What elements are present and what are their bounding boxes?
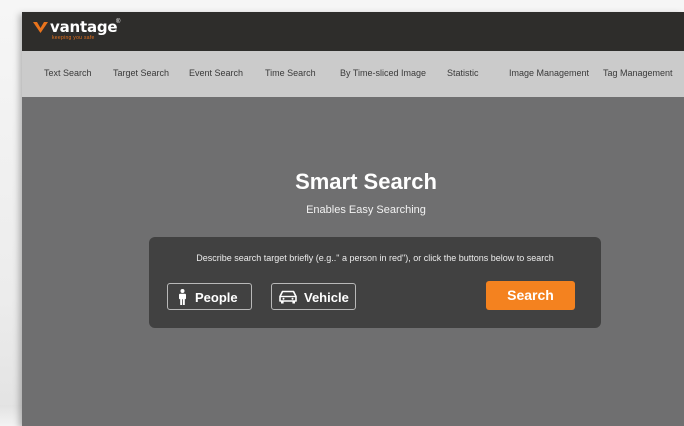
people-button[interactable]: People bbox=[167, 283, 252, 310]
nav-event-search[interactable]: Event Search bbox=[189, 68, 243, 78]
vehicle-button-label: Vehicle bbox=[304, 290, 349, 305]
nav-text-search[interactable]: Text Search bbox=[44, 68, 92, 78]
search-button[interactable]: Search bbox=[486, 281, 575, 310]
person-icon bbox=[179, 289, 186, 305]
nav-tag-management[interactable]: Tag Management bbox=[603, 68, 673, 78]
brand-name: vantage bbox=[50, 18, 118, 36]
brand-registered-mark: ® bbox=[116, 19, 121, 25]
main-nav: Text Search Target Search Event Search T… bbox=[22, 51, 684, 97]
car-icon bbox=[279, 290, 297, 304]
nav-image-management[interactable]: Image Management bbox=[509, 68, 589, 78]
app-window: vantage ® keeping you safe Text Search T… bbox=[22, 12, 684, 426]
brand-tagline: keeping you safe bbox=[52, 35, 95, 41]
search-hint: Describe search target briefly (e.g.." a… bbox=[196, 253, 554, 263]
search-panel: Describe search target briefly (e.g.." a… bbox=[149, 237, 601, 328]
page-subtitle: Enables Easy Searching bbox=[306, 204, 426, 216]
page-title: Smart Search bbox=[295, 169, 437, 194]
vantage-logo-icon bbox=[33, 22, 48, 33]
top-bar: vantage ® keeping you safe bbox=[22, 12, 684, 51]
nav-statistic[interactable]: Statistic bbox=[447, 68, 479, 78]
vehicle-button[interactable]: Vehicle bbox=[271, 283, 356, 310]
people-button-label: People bbox=[195, 290, 238, 305]
smart-search-area: Smart Search Enables Easy Searching Desc… bbox=[22, 97, 684, 426]
nav-target-search[interactable]: Target Search bbox=[113, 68, 169, 78]
nav-time-sliced-image[interactable]: By Time-sliced Image bbox=[340, 68, 426, 78]
nav-time-search[interactable]: Time Search bbox=[265, 68, 316, 78]
